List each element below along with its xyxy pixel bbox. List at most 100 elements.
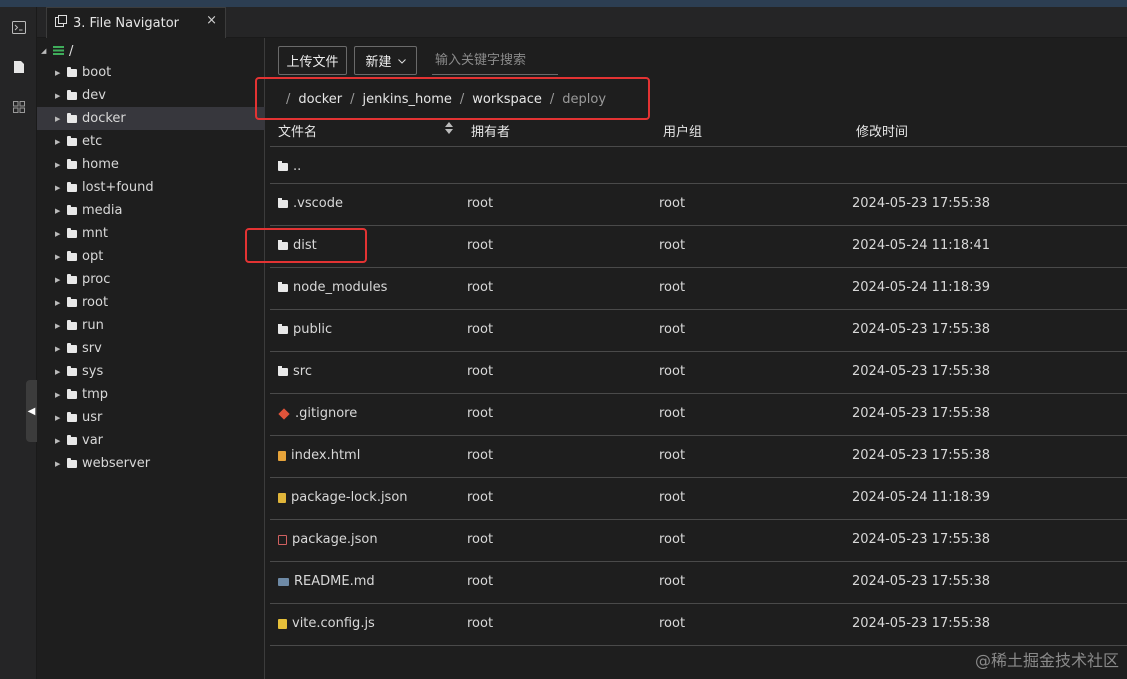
table-row[interactable]: .gitignore root root 2024-05-23 17:55:38 xyxy=(270,394,1127,436)
table-row[interactable]: .vscode root root 2024-05-23 17:55:38 xyxy=(270,184,1127,226)
table-row[interactable]: dist root root 2024-05-24 11:18:41 xyxy=(270,226,1127,268)
tree-item-dev[interactable]: ▶ dev xyxy=(37,84,265,107)
table-row[interactable]: src root root 2024-05-23 17:55:38 xyxy=(270,352,1127,394)
group-cell: root xyxy=(659,364,686,379)
tree-root[interactable]: ◢ / xyxy=(41,41,73,61)
tree-item-boot[interactable]: ▶ boot xyxy=(37,61,265,84)
js-icon xyxy=(278,618,287,629)
table-row[interactable]: package.json root root 2024-05-23 17:55:38 xyxy=(270,520,1127,562)
group-cell: root xyxy=(659,616,686,631)
table-row[interactable]: public root root 2024-05-23 17:55:38 xyxy=(270,310,1127,352)
caret-right-icon[interactable]: ▶ xyxy=(55,391,63,399)
tab-file-navigator[interactable]: 3. File Navigator × xyxy=(46,7,226,38)
caret-right-icon[interactable]: ▶ xyxy=(55,345,63,353)
tree-item-media[interactable]: ▶ media xyxy=(37,199,265,222)
breadcrumb-separator: / xyxy=(459,91,465,107)
caret-right-icon[interactable]: ▶ xyxy=(55,253,63,261)
file-name-cell: .vscode xyxy=(278,196,343,211)
file-panel: 上传文件 新建 / docker / jenkins_home / worksp… xyxy=(245,38,1127,679)
tree-item-opt[interactable]: ▶ opt xyxy=(37,245,265,268)
group-cell: root xyxy=(659,448,686,463)
tree-item-etc[interactable]: ▶ etc xyxy=(37,130,265,153)
tree-item-run[interactable]: ▶ run xyxy=(37,314,265,337)
table-header: 文件名 拥有者 用户组 修改时间 xyxy=(266,114,1127,144)
breadcrumb-workspace[interactable]: workspace xyxy=(472,92,542,107)
tree-item-home[interactable]: ▶ home xyxy=(37,153,265,176)
caret-down-icon[interactable]: ◢ xyxy=(41,47,49,55)
terminal-icon[interactable] xyxy=(0,7,37,47)
breadcrumb: / docker / jenkins_home / workspace / de… xyxy=(278,88,606,110)
file-name-cell: .gitignore xyxy=(278,406,357,421)
file-table: .. .vscode root root 2024-05-23 17:55:38 dist… xyxy=(270,146,1127,646)
table-row[interactable]: node_modules root root 2024-05-24 11:18:39 xyxy=(270,268,1127,310)
breadcrumb-jenkins-home[interactable]: jenkins_home xyxy=(363,92,452,107)
table-row[interactable]: package-lock.json root root 2024-05-24 11:1… xyxy=(270,478,1127,520)
owner-cell: root xyxy=(467,616,494,631)
caret-right-icon[interactable]: ▶ xyxy=(55,161,63,169)
folder-icon xyxy=(67,319,77,330)
tree-item-srv[interactable]: ▶ srv xyxy=(37,337,265,360)
folder-icon xyxy=(278,197,288,208)
new-dropdown-button[interactable]: 新建 xyxy=(354,46,417,75)
table-row[interactable]: .. xyxy=(270,146,1127,184)
tree-item-root[interactable]: ▶ root xyxy=(37,291,265,314)
folder-icon xyxy=(67,342,77,353)
table-row[interactable]: vite.config.js root root 2024-05-23 17:55:3… xyxy=(270,604,1127,646)
owner-cell: root xyxy=(467,322,494,337)
table-row[interactable]: README.md root root 2024-05-23 17:55:38 xyxy=(270,562,1127,604)
tree-item-proc[interactable]: ▶ proc xyxy=(37,268,265,291)
tree-item-tmp[interactable]: ▶ tmp xyxy=(37,383,265,406)
close-icon[interactable]: × xyxy=(206,13,217,28)
directory-tree: ◢ / ▶ boot ▶ dev ▶ docker ▶ etc ▶ home ▶ lost+found… xyxy=(37,38,265,679)
modified-cell: 2024-05-23 17:55:38 xyxy=(852,448,991,463)
extensions-icon[interactable] xyxy=(0,87,37,127)
tree-item-label: docker xyxy=(82,111,126,126)
caret-right-icon[interactable]: ▶ xyxy=(55,437,63,445)
header-name[interactable]: 文件名 xyxy=(278,121,317,140)
owner-cell: root xyxy=(467,196,494,211)
caret-right-icon[interactable]: ▶ xyxy=(55,414,63,422)
upload-file-button[interactable]: 上传文件 xyxy=(278,46,347,75)
tree-item-sys[interactable]: ▶ sys xyxy=(37,360,265,383)
caret-right-icon[interactable]: ▶ xyxy=(55,69,63,77)
tree-item-label: run xyxy=(82,318,104,333)
folder-icon xyxy=(278,365,288,376)
caret-right-icon[interactable]: ▶ xyxy=(55,322,63,330)
collapse-sidebar-button[interactable]: ◀ xyxy=(26,380,37,442)
lock-icon xyxy=(278,492,286,503)
caret-right-icon[interactable]: ▶ xyxy=(55,276,63,284)
folder-icon xyxy=(278,323,288,334)
folder-icon xyxy=(67,135,77,146)
owner-cell: root xyxy=(467,532,494,547)
tree-item-docker[interactable]: ▶ docker xyxy=(37,107,265,130)
group-cell: root xyxy=(659,322,686,337)
search-input[interactable] xyxy=(432,46,558,75)
caret-right-icon[interactable]: ▶ xyxy=(55,299,63,307)
caret-right-icon[interactable]: ▶ xyxy=(55,138,63,146)
caret-right-icon[interactable]: ▶ xyxy=(55,92,63,100)
tree-item-lost-found[interactable]: ▶ lost+found xyxy=(37,176,265,199)
caret-right-icon[interactable]: ▶ xyxy=(55,184,63,192)
tree-item-label: sys xyxy=(82,364,104,379)
file-icon[interactable] xyxy=(0,47,37,87)
caret-right-icon[interactable]: ▶ xyxy=(55,368,63,376)
caret-right-icon[interactable]: ▶ xyxy=(55,460,63,468)
caret-right-icon[interactable]: ▶ xyxy=(55,230,63,238)
sort-icon[interactable] xyxy=(445,122,453,136)
tree-item-var[interactable]: ▶ var xyxy=(37,429,265,452)
owner-cell: root xyxy=(467,574,494,589)
caret-right-icon[interactable]: ▶ xyxy=(55,115,63,123)
tree-item-webserver[interactable]: ▶ webserver xyxy=(37,452,265,475)
file-name: .vscode xyxy=(293,196,343,211)
caret-right-icon[interactable]: ▶ xyxy=(55,207,63,215)
file-name-cell: package-lock.json xyxy=(278,490,408,505)
file-name: src xyxy=(293,364,312,379)
file-name: node_modules xyxy=(293,280,388,295)
tab-strip: 3. File Navigator × xyxy=(37,7,1127,38)
modified-cell: 2024-05-24 11:18:39 xyxy=(852,280,991,295)
tree-item-usr[interactable]: ▶ usr xyxy=(37,406,265,429)
modified-cell: 2024-05-24 11:18:39 xyxy=(852,490,991,505)
tree-item-mnt[interactable]: ▶ mnt xyxy=(37,222,265,245)
breadcrumb-docker[interactable]: docker xyxy=(298,92,342,107)
table-row[interactable]: index.html root root 2024-05-23 17:55:38 xyxy=(270,436,1127,478)
